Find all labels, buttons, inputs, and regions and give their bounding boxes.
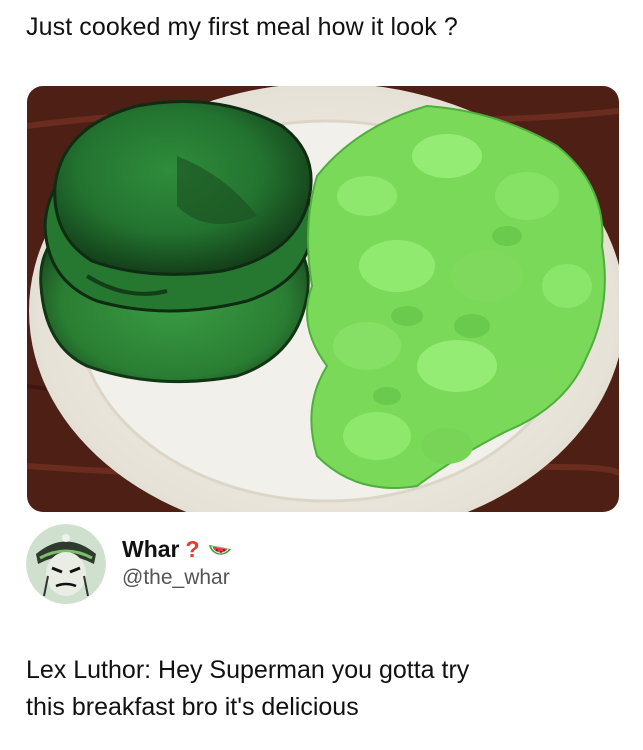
tweet-text: Lex Luthor: Hey Superman you gotta try t… xyxy=(26,652,616,726)
tweet-text-line: Lex Luthor: Hey Superman you gotta try xyxy=(26,656,470,684)
user-handle[interactable]: @the_whar xyxy=(122,566,230,590)
display-name-row: Whar ? xyxy=(122,534,234,564)
meal-photo xyxy=(27,86,619,512)
villain-avatar-icon[interactable] xyxy=(26,524,106,604)
watermelon-icon xyxy=(206,535,234,563)
tweet-text-line: this breakfast bro it's delicious xyxy=(26,693,359,721)
post-caption: Just cooked my first meal how it look ? xyxy=(26,13,458,41)
name-decoration: ? xyxy=(185,535,200,562)
meal-photo-illustration xyxy=(27,86,619,512)
author-block: Whar ? @the_whar xyxy=(26,524,586,604)
display-name[interactable]: Whar xyxy=(122,536,180,563)
